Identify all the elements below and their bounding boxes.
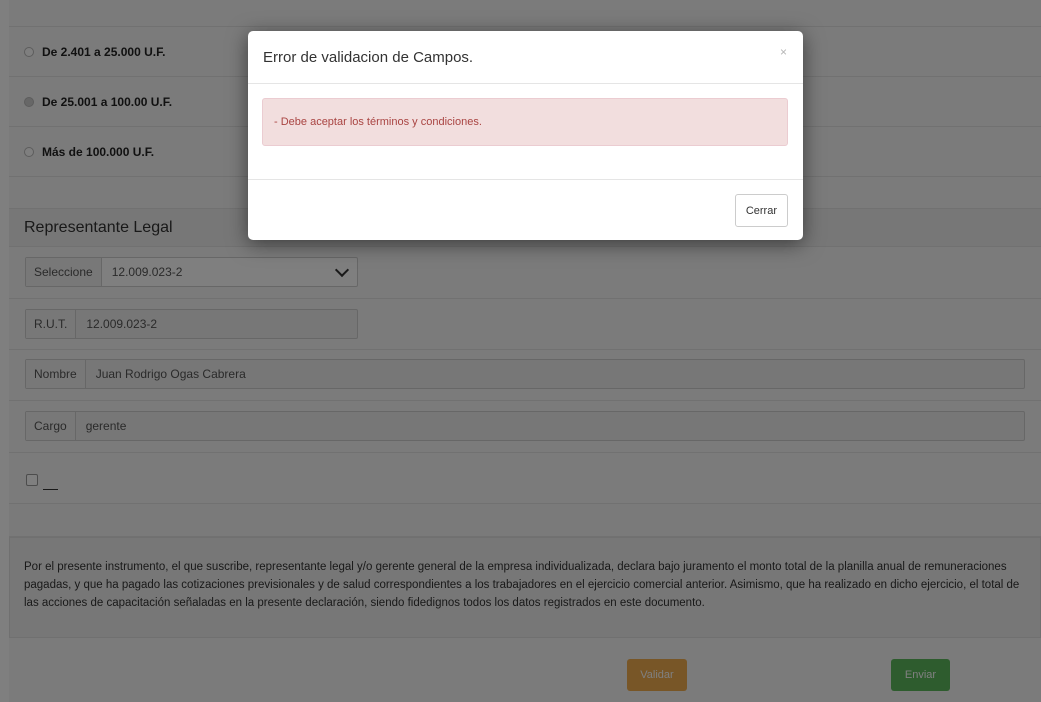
cerrar-button[interactable]: Cerrar — [734, 194, 788, 227]
error-message: - Debe aceptar los términos y condicione… — [274, 116, 482, 128]
error-modal: Error de validacion de Campos. × - Debe … — [248, 31, 803, 240]
modal-header: Error de validacion de Campos. × — [248, 31, 803, 84]
close-icon[interactable]: × — [780, 45, 787, 59]
modal-footer: Cerrar — [248, 179, 803, 241]
modal-title: Error de validacion de Campos. — [263, 48, 474, 66]
error-alert: - Debe aceptar los términos y condicione… — [262, 98, 788, 146]
